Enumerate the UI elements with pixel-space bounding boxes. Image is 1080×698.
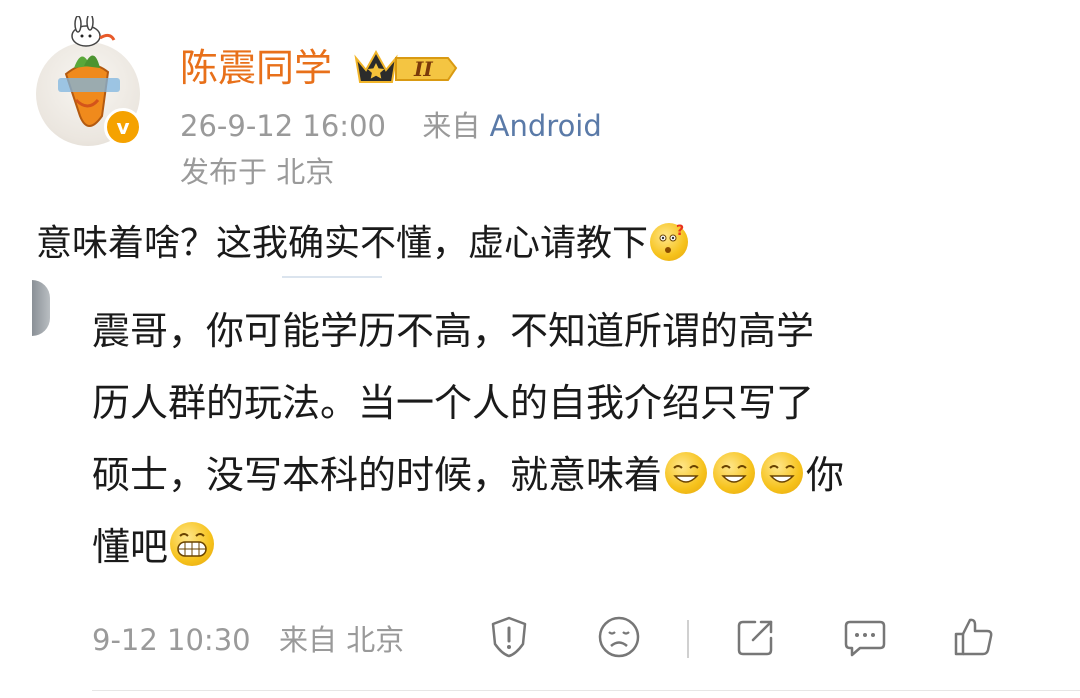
post-time: 26-9-12 16:00 (180, 109, 386, 143)
comment-line: 硕士，没写本科的时候，就意味着 你 (92, 439, 992, 511)
commenter-avatar-edge (32, 280, 50, 336)
share-icon[interactable] (733, 614, 779, 660)
comment-line-text: 硕士，没写本科的时候，就意味着 (92, 453, 663, 497)
post-text: 意味着啥？这我确实不懂，虚心请教下 ? (36, 218, 690, 270)
like-icon[interactable] (950, 614, 996, 660)
member-level-badge: II (354, 49, 458, 83)
big-grin-emoji (170, 522, 215, 566)
comment-meta: 9-12 10:30 来自 北京 (92, 620, 404, 660)
comment-body: 震哥，你可能学历不高，不知道所谓的高学 历人群的玩法。当一个人的自我介绍只写了 … (92, 295, 992, 583)
source-prefix: 来自 (422, 109, 481, 143)
comment-time: 9-12 10:30 (92, 623, 251, 657)
username[interactable]: 陈震同学 (180, 42, 332, 94)
svg-text:?: ? (676, 223, 684, 239)
thinking-face-emoji: ? (650, 223, 689, 261)
grin-emoji (713, 452, 756, 494)
quote-divider (282, 276, 382, 278)
source-link[interactable]: Android (490, 109, 602, 143)
grin-emoji (665, 452, 708, 494)
comment-line-text: 懂吧 (92, 525, 169, 569)
comment-line-text: 你 (806, 453, 845, 497)
comment-divider (92, 690, 1080, 691)
grin-emoji (761, 452, 804, 494)
dislike-icon[interactable] (596, 614, 642, 660)
report-icon[interactable] (486, 614, 532, 660)
verified-badge: v (104, 108, 142, 146)
footer-separator (687, 620, 689, 658)
post-meta: 26-9-12 16:00 来自 Android (180, 106, 602, 146)
comment-location: 来自 北京 (279, 623, 405, 657)
post-text-body: 意味着啥？这我确实不懂，虚心请教下 (36, 223, 649, 264)
level-text: II (413, 57, 433, 81)
post-location: 发布于 北京 (180, 155, 335, 189)
comment-icon[interactable] (842, 614, 888, 660)
comment-line: 震哥，你可能学历不高，不知道所谓的高学 (92, 309, 815, 353)
comment-line: 历人群的玩法。当一个人的自我介绍只写了 (92, 381, 815, 425)
comment-line: 懂吧 (92, 511, 992, 583)
